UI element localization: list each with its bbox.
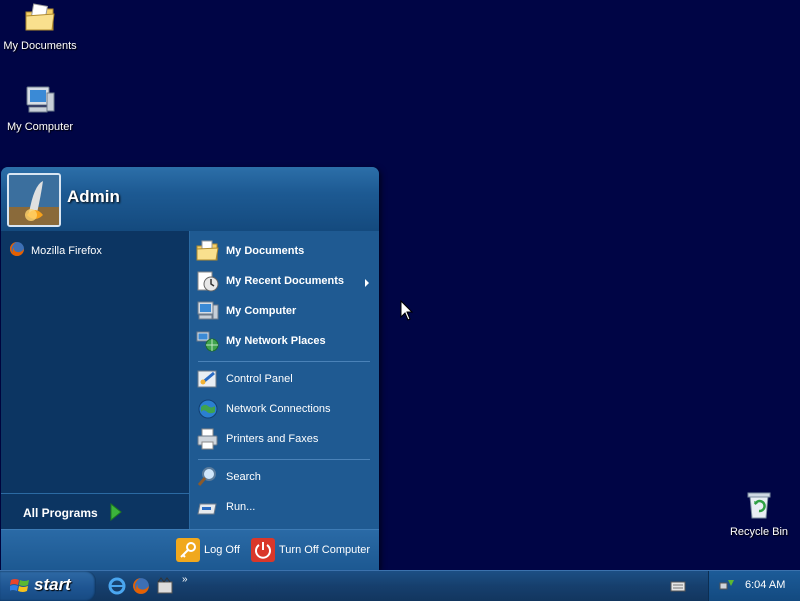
desktop-icon-recycle-bin[interactable]: Recycle Bin (719, 488, 799, 538)
desktop-icon-my-computer[interactable]: My Computer (0, 83, 80, 133)
menu-item-label: Control Panel (226, 373, 293, 385)
desktop-icon-label: My Computer (6, 121, 74, 133)
desktop-icon-label: My Documents (3, 40, 77, 52)
start-button[interactable]: start (0, 571, 96, 601)
start-menu-footer: Log Off Turn Off Computer (1, 529, 379, 570)
desktop-icon-my-documents[interactable]: My Documents (0, 2, 80, 52)
start-menu-header: Admin (1, 167, 379, 232)
internet-explorer-icon[interactable] (108, 577, 126, 595)
user-name: Admin (67, 187, 120, 206)
printer-icon (196, 427, 220, 451)
firefox-icon[interactable] (132, 577, 150, 595)
recent-documents-icon (196, 269, 220, 293)
network-places-icon (196, 329, 220, 353)
computer-icon (23, 83, 57, 117)
start-menu-body: Mozilla Firefox All Programs My Document… (1, 231, 379, 529)
menu-item-label: My Network Places (226, 335, 326, 347)
menu-item-label: My Documents (226, 245, 305, 257)
submenu-arrow-icon (365, 279, 369, 287)
firefox-icon (9, 241, 25, 260)
windows-logo-icon (9, 577, 30, 598)
keyboard-icon[interactable] (670, 579, 686, 596)
start-menu-right-pane: My Documents My Recent Documents My Comp… (190, 231, 379, 529)
power-icon (251, 538, 275, 562)
menu-item-printers-and-faxes[interactable]: Printers and Faxes (196, 427, 318, 451)
my-computer-icon (196, 299, 220, 323)
green-arrow-icon (109, 502, 123, 524)
key-icon (176, 538, 200, 562)
menu-item-control-panel[interactable]: Control Panel (196, 367, 293, 391)
log-off-label: Log Off (204, 544, 240, 556)
menu-item-my-computer[interactable]: My Computer (196, 299, 296, 323)
user-avatar[interactable] (7, 173, 61, 227)
clock[interactable]: 6:04 AM (745, 579, 785, 591)
network-connections-icon (196, 397, 220, 421)
start-menu-left-pane: Mozilla Firefox All Programs (1, 231, 190, 529)
folder-documents-icon (23, 2, 57, 36)
start-menu: Admin Mozilla Firefox All Programs My Do… (1, 167, 379, 570)
media-icon[interactable] (156, 577, 174, 595)
menu-item-my-documents[interactable]: My Documents (196, 239, 304, 263)
menu-separator (198, 361, 370, 362)
menu-item-my-network-places[interactable]: My Network Places (196, 329, 326, 353)
log-off-button[interactable]: Log Off (176, 538, 240, 562)
turn-off-label: Turn Off Computer (279, 544, 371, 556)
start-label: start (34, 575, 71, 594)
menu-item-label: Search (226, 471, 261, 483)
all-programs-button[interactable]: All Programs (1, 493, 189, 530)
run-icon (196, 495, 220, 519)
taskbar: start » 6:04 AM (0, 570, 800, 601)
all-programs-label: All Programs (23, 506, 98, 520)
turn-off-computer-button[interactable]: Turn Off Computer (251, 538, 370, 562)
menu-item-network-connections[interactable]: Network Connections (196, 397, 331, 421)
menu-item-label: Run... (226, 501, 256, 513)
menu-item-my-recent-documents[interactable]: My Recent Documents (196, 269, 344, 293)
pinned-item-label: Mozilla Firefox (31, 244, 102, 257)
recycle-bin-icon (742, 488, 776, 522)
menu-item-search[interactable]: Search (196, 465, 261, 489)
pinned-item-firefox[interactable]: Mozilla Firefox (9, 241, 102, 260)
menu-item-label: My Recent Documents (226, 275, 344, 287)
quick-launch-more-icon[interactable]: » (182, 574, 188, 585)
search-icon (196, 465, 220, 489)
menu-item-label: Printers and Faxes (226, 433, 319, 445)
menu-item-label: Network Connections (226, 403, 331, 415)
mouse-cursor-icon (400, 299, 414, 325)
menu-item-run[interactable]: Run... (196, 495, 255, 519)
control-panel-icon (196, 367, 220, 391)
menu-separator (198, 459, 370, 460)
system-tray: 6:04 AM (708, 571, 800, 601)
network-status-icon[interactable] (719, 577, 735, 596)
menu-item-label: My Computer (226, 305, 297, 317)
my-documents-icon (196, 239, 220, 263)
desktop-icon-label: Recycle Bin (729, 526, 789, 538)
